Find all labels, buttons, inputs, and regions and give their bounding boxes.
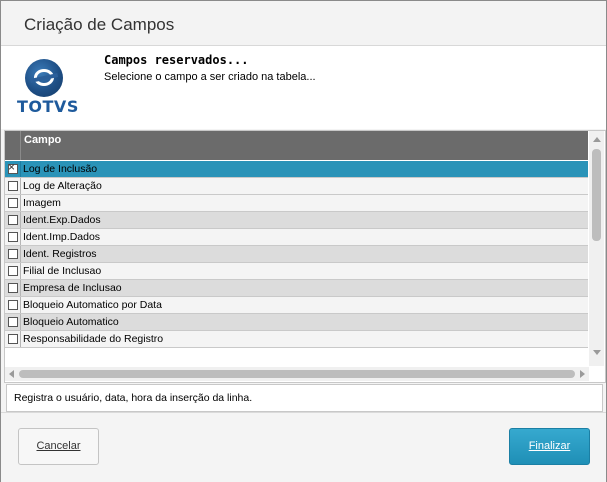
scroll-left-icon[interactable] [9, 370, 14, 378]
table-row[interactable]: Responsabilidade do Registro [5, 331, 588, 348]
row-checkbox[interactable] [8, 334, 18, 344]
horizontal-scrollbar[interactable] [5, 367, 589, 381]
totvs-logo: TOTVS [17, 59, 78, 117]
row-label: Bloqueio Automatico [20, 314, 588, 330]
table-row[interactable]: Bloqueio Automatico [5, 314, 588, 331]
title-bar: Criação de Campos [1, 1, 606, 46]
scroll-up-icon[interactable] [593, 137, 601, 142]
row-label: Log de Inclusão [20, 161, 588, 177]
logo-text: TOTVS [17, 97, 79, 116]
row-label: Log de Alteração [20, 178, 588, 194]
table-row[interactable]: Ident. Registros [5, 246, 588, 263]
description-panel: Registra o usuário, data, hora da inserç… [6, 384, 603, 412]
header-panel: TOTVS Campos reservados... Selecione o c… [1, 46, 606, 129]
row-checkbox[interactable] [8, 249, 18, 259]
window-title: Criação de Campos [24, 15, 175, 34]
grid-header: Campo [5, 131, 588, 160]
footer-bar: Cancelar Finalizar [1, 412, 606, 482]
scroll-down-icon[interactable] [593, 350, 601, 355]
row-checkbox[interactable] [8, 215, 18, 225]
row-checkbox[interactable] [8, 283, 18, 293]
row-checkbox[interactable] [8, 317, 18, 327]
fields-grid: Campo Log de Inclusão Log de Alteração I… [4, 130, 606, 383]
table-row[interactable]: Log de Alteração [5, 178, 588, 195]
field-description: Registra o usuário, data, hora da inserç… [14, 392, 253, 404]
row-checkbox[interactable] [8, 181, 18, 191]
row-checkbox[interactable] [8, 198, 18, 208]
row-checkbox[interactable] [8, 232, 18, 242]
vertical-scroll-thumb[interactable] [592, 149, 601, 241]
row-checkbox[interactable] [8, 266, 18, 276]
table-row[interactable]: Ident.Imp.Dados [5, 229, 588, 246]
header-title: Campos reservados... [104, 53, 249, 67]
finish-button-label: Finalizar [528, 440, 571, 452]
finish-button[interactable]: Finalizar [509, 428, 590, 465]
scroll-right-icon[interactable] [580, 370, 585, 378]
table-row[interactable]: Log de Inclusão [5, 160, 588, 178]
row-checkbox[interactable] [8, 300, 18, 310]
row-checkbox[interactable] [8, 160, 18, 174]
grid-header-corner [5, 131, 21, 160]
totvs-logo-icon [25, 59, 63, 97]
table-row[interactable]: Filial de Inclusao [5, 263, 588, 280]
dialog-window: Criação de Campos TOTVS Campos reservado… [0, 0, 607, 482]
table-row[interactable]: Ident.Exp.Dados [5, 212, 588, 229]
table-row[interactable]: Bloqueio Automatico por Data [5, 297, 588, 314]
row-label: Imagem [20, 195, 588, 211]
table-row[interactable]: Empresa de Inclusao [5, 280, 588, 297]
row-label: Empresa de Inclusao [20, 280, 588, 296]
row-label: Ident. Registros [20, 246, 588, 262]
cancel-button-label: Cancelar [36, 440, 81, 452]
horizontal-scroll-thumb[interactable] [19, 370, 575, 378]
row-label: Responsabilidade do Registro [20, 331, 588, 347]
header-subtitle: Selecione o campo a ser criado na tabela… [104, 71, 316, 83]
row-label: Ident.Imp.Dados [20, 229, 588, 245]
column-header-campo[interactable]: Campo [24, 134, 61, 146]
row-label: Bloqueio Automatico por Data [20, 297, 588, 313]
grid-rows: Log de Inclusão Log de Alteração Imagem … [5, 160, 588, 348]
row-label: Filial de Inclusao [20, 263, 588, 279]
table-row[interactable]: Imagem [5, 195, 588, 212]
vertical-scrollbar[interactable] [589, 131, 604, 366]
cancel-button[interactable]: Cancelar [18, 428, 99, 465]
row-label: Ident.Exp.Dados [20, 212, 588, 228]
